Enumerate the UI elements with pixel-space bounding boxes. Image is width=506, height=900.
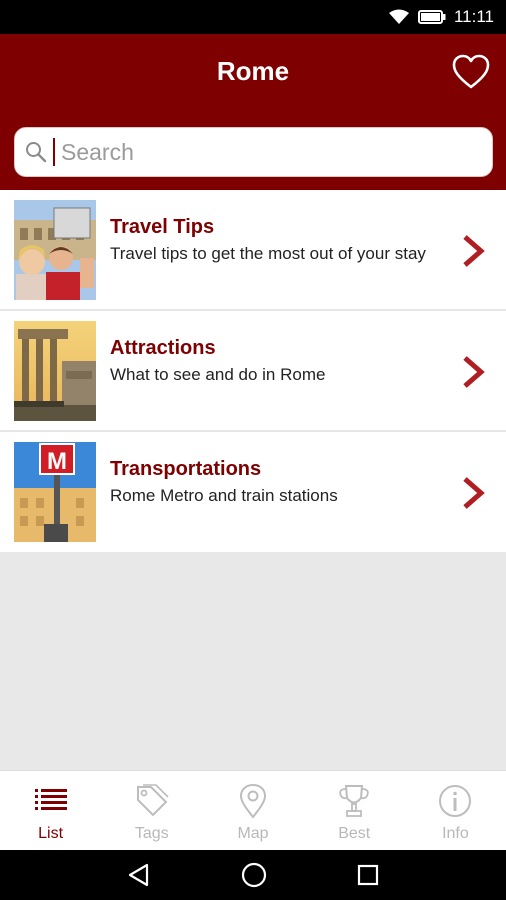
chevron-right-icon <box>463 356 485 388</box>
list-item-title: Transportations <box>110 458 262 480</box>
chevron-right-icon <box>463 235 485 267</box>
text-cursor <box>53 138 55 166</box>
tab-label: List <box>38 825 64 842</box>
list-item[interactable]: M Transportations Rome Metro and train s… <box>0 432 506 552</box>
info-icon <box>439 785 472 817</box>
home-icon[interactable] <box>240 861 268 889</box>
battery-icon <box>417 10 446 24</box>
list-item[interactable]: Attractions What to see and do in Rome <box>0 311 506 432</box>
status-time: 11:11 <box>453 7 494 26</box>
metro-sign-letter: M <box>47 448 67 475</box>
trophy-icon <box>339 785 369 817</box>
tab-list[interactable]: List <box>0 771 101 850</box>
tab-info[interactable]: Info <box>405 771 506 850</box>
list-item[interactable]: Travel Tips Travel tips to get the most … <box>0 190 506 311</box>
bottom-tab-bar: List Tags Map Best Info <box>0 770 506 850</box>
back-icon[interactable] <box>126 862 152 888</box>
heart-outline-icon[interactable] <box>452 54 490 90</box>
thumbnail-travel-tips <box>14 200 96 300</box>
search-bar[interactable] <box>14 127 493 177</box>
tab-tags[interactable]: Tags <box>101 771 202 850</box>
tab-map[interactable]: Map <box>202 771 303 850</box>
tab-label: Tags <box>134 825 169 842</box>
search-input[interactable] <box>61 138 461 166</box>
list-item-title: Travel Tips <box>110 216 215 238</box>
list-item-subtitle: Rome Metro and train stations <box>110 486 338 505</box>
tab-label: Best <box>338 825 371 842</box>
chevron-right-icon <box>463 477 485 509</box>
tag-icon <box>136 784 169 817</box>
tab-label: Info <box>442 825 469 842</box>
category-list: Travel Tips Travel tips to get the most … <box>0 190 506 552</box>
page-title: Rome <box>216 56 290 86</box>
system-nav-bar <box>0 850 506 900</box>
thumbnail-attractions <box>14 321 96 421</box>
app-header: Rome <box>0 34 506 190</box>
wifi-icon <box>388 9 409 24</box>
tab-label: Map <box>237 825 269 842</box>
list-item-subtitle: Travel tips to get the most out of your … <box>110 244 426 263</box>
list-item-subtitle: What to see and do in Rome <box>110 365 326 384</box>
search-icon <box>26 142 47 163</box>
tab-best[interactable]: Best <box>304 771 405 850</box>
status-bar: 11:11 <box>0 0 506 34</box>
map-pin-icon <box>239 783 267 819</box>
recents-icon[interactable] <box>356 863 380 887</box>
list-item-title: Attractions <box>110 337 216 359</box>
list-icon <box>34 789 67 810</box>
thumbnail-transportations: M <box>14 442 96 542</box>
